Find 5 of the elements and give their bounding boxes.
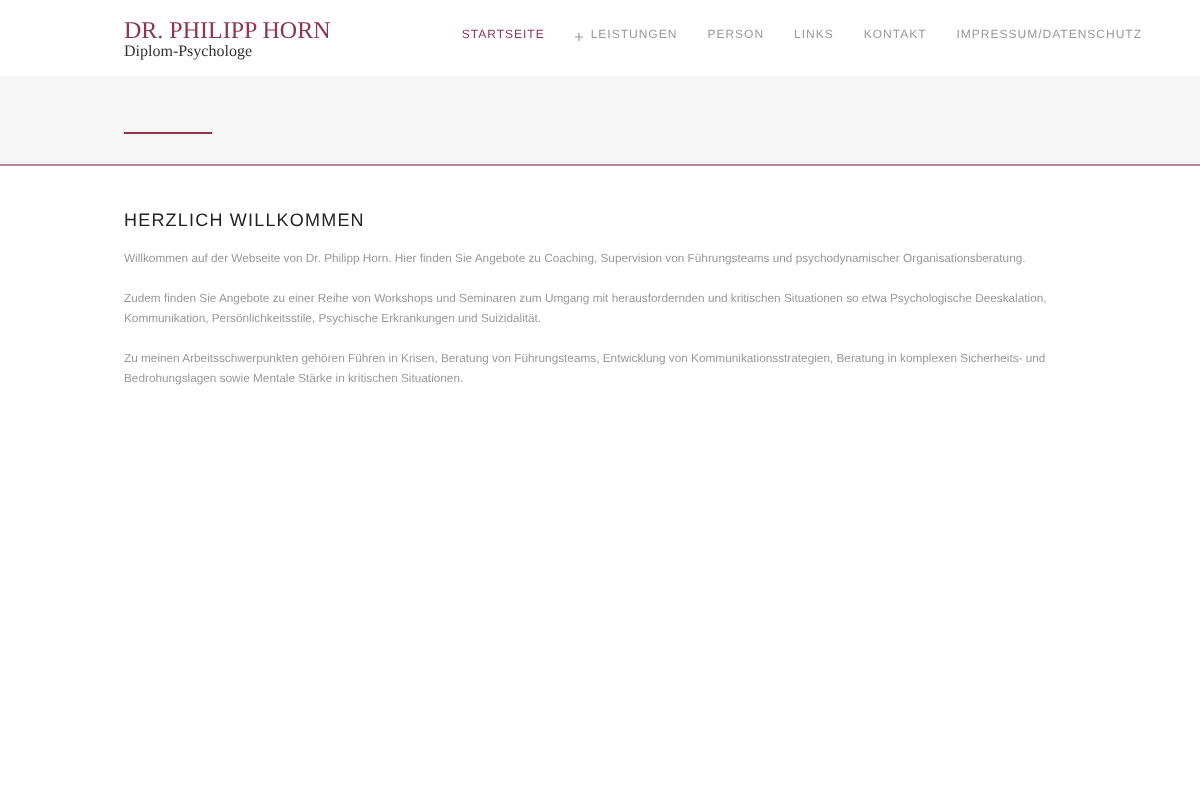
logo-subtitle: Diplom-Psychologe [124,42,254,62]
accent-line [124,132,212,134]
plus-icon [574,31,585,41]
logo-title[interactable]: DR. PHILIPP HORN [124,18,331,42]
page-heading: HERZLICH WILLKOMMEN [124,210,367,230]
